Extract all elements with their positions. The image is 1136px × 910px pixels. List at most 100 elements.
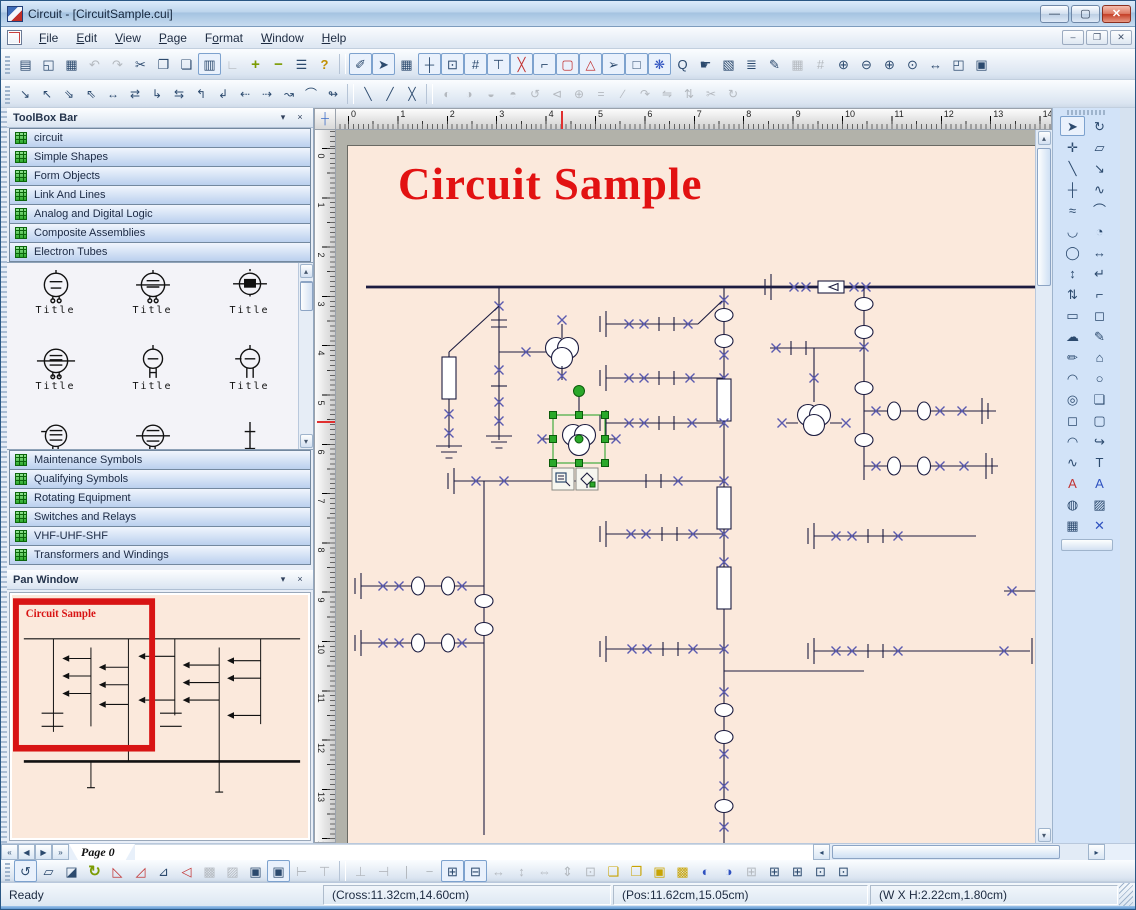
style-pen-button[interactable]: ✎ — [763, 53, 786, 75]
bring-forward-button[interactable]: ▣ — [648, 860, 671, 882]
scrollbar-thumb[interactable] — [1037, 148, 1051, 286]
toolbox-group-link-and-lines[interactable]: Link And Lines — [9, 185, 311, 205]
circle-tool[interactable]: ◎ — [1060, 389, 1085, 409]
curve-node-tool[interactable]: ∿ — [1087, 179, 1112, 199]
shrink-v-button[interactable]: ⊡ — [832, 860, 855, 882]
send-back-button[interactable]: ❐ — [625, 860, 648, 882]
new-document-button[interactable]: ▤ — [14, 53, 37, 75]
rect-tool[interactable]: ◻ — [1060, 410, 1085, 430]
toolbox-group-qualifying-symbols[interactable]: Qualifying Symbols — [9, 469, 311, 489]
double-arrow-tool[interactable]: ⇅ — [1060, 284, 1085, 304]
toolbox-group-analog-and-digital-logic[interactable]: Analog and Digital Logic — [9, 204, 311, 224]
maximize-button[interactable]: ▢ — [1071, 5, 1100, 23]
mdi-close-button[interactable]: ✕ — [1110, 30, 1132, 45]
snap-grid-button[interactable]: # — [464, 53, 487, 75]
scroll-right-icon[interactable]: ▸ — [1088, 844, 1105, 860]
marker-tool[interactable]: ✏ — [1060, 347, 1085, 367]
toolbox-group-circuit[interactable]: circuit — [9, 128, 311, 148]
pattern-tool-button[interactable]: ❋ — [648, 53, 671, 75]
expand-v-button[interactable]: ⊞ — [786, 860, 809, 882]
connector-step-button[interactable]: ↳ — [146, 84, 168, 104]
feeder-branch[interactable] — [355, 481, 493, 835]
scroll-down-icon[interactable]: ▾ — [1038, 828, 1051, 842]
canvas-horizontal-scrollbar[interactable]: ◂ ▸ — [813, 844, 1105, 860]
rotate-right-button[interactable]: ◿ — [129, 860, 152, 882]
bent-arrow-tool[interactable]: ↵ — [1087, 263, 1112, 283]
first-page-button[interactable]: « — [1, 844, 18, 860]
zoom-find-button[interactable]: Q — [671, 53, 694, 75]
curve-arrow-tool[interactable]: ↪ — [1087, 431, 1112, 451]
scrollbar-thumb[interactable] — [832, 845, 1060, 859]
delete-tool[interactable]: ✕ — [1087, 515, 1112, 535]
rotate-tool[interactable]: ↻ — [1087, 116, 1112, 136]
menu-item-edit[interactable]: Edit — [67, 29, 106, 47]
feeder-branch[interactable] — [436, 287, 579, 458]
scroll-up-icon[interactable]: ▴ — [300, 264, 313, 278]
skew-v-button[interactable]: ◪ — [60, 860, 83, 882]
toolbox-group-rotating-equipment[interactable]: Rotating Equipment — [9, 488, 311, 508]
pan-hand-button[interactable]: ☛ — [694, 53, 717, 75]
arc-chord-tool[interactable]: ◡ — [1060, 221, 1085, 241]
zoom-out-button[interactable]: ⊖ — [855, 53, 878, 75]
scrollbar-track[interactable] — [1036, 146, 1052, 827]
horizontal-ruler[interactable]: 01234567891011121314 — [336, 108, 1052, 130]
fit-width-button[interactable]: ↔ — [924, 53, 947, 75]
corner-shape-tool[interactable]: ⌐ — [1087, 284, 1112, 304]
toolbox-group-switches-and-relays[interactable]: Switches and Relays — [9, 507, 311, 527]
toolbar-grip[interactable] — [5, 861, 10, 881]
squiggle-tool[interactable]: ∿ — [1060, 452, 1085, 472]
flip-h-button[interactable]: ⊿ — [152, 860, 175, 882]
polyline-tool[interactable]: ≈ — [1060, 200, 1085, 220]
guide-cross-button[interactable]: ┼ — [418, 53, 441, 75]
save-file-button[interactable]: ▦ — [60, 53, 83, 75]
cross-tool[interactable]: ┼ — [1060, 179, 1085, 199]
cut-button[interactable]: ✂ — [129, 53, 152, 75]
chevron-down-icon[interactable]: ▾ — [276, 573, 290, 586]
page-frame-button[interactable]: □ — [625, 53, 648, 75]
paste-button[interactable]: ❏ — [175, 53, 198, 75]
table-tool[interactable]: ▦ — [1060, 515, 1085, 535]
callout-tool[interactable]: ▭ — [1060, 305, 1085, 325]
next-page-button[interactable]: ▶ — [35, 844, 52, 860]
pointer-mode-button[interactable]: ➤ — [372, 53, 395, 75]
tube-symbol-item[interactable] — [201, 419, 298, 450]
round-callout-tool[interactable]: ◻ — [1087, 305, 1112, 325]
connector-bnw-button[interactable]: ⇖ — [80, 84, 102, 104]
menu-item-page[interactable]: Page — [150, 29, 196, 47]
mdi-restore-button[interactable]: ❐ — [1086, 30, 1108, 45]
scroll-down-icon[interactable]: ▾ — [300, 434, 313, 448]
selection-rect-button[interactable]: ▢ — [556, 53, 579, 75]
chevron-down-icon[interactable]: ▾ — [276, 111, 290, 124]
image-tool[interactable]: ▨ — [1087, 494, 1112, 514]
pencil-tool[interactable]: ✎ — [1087, 326, 1112, 346]
toolbox-group-maintenance-symbols[interactable]: Maintenance Symbols — [9, 450, 311, 470]
unlock-button[interactable]: ▣ — [267, 860, 290, 882]
connector-step2-button[interactable]: ⇆ — [168, 84, 190, 104]
connector-wave-button[interactable]: ↝ — [278, 84, 300, 104]
align-corner-button[interactable]: ⊤ — [487, 53, 510, 75]
connector-h-button[interactable]: ↔ — [102, 84, 124, 104]
double-line-button[interactable]: ╲ — [357, 84, 379, 104]
last-page-button[interactable]: » — [52, 844, 69, 860]
selected-symbol[interactable] — [538, 386, 621, 491]
pick-object-button[interactable]: ➢ — [602, 53, 625, 75]
scrollbar-track[interactable] — [830, 844, 1088, 860]
resize-grip[interactable] — [1119, 883, 1133, 906]
freeform-tool[interactable]: ◠ — [1060, 368, 1085, 388]
text-tool[interactable]: T — [1087, 452, 1112, 472]
pie-tool[interactable]: ◔ — [1087, 221, 1112, 241]
close-button[interactable]: ✕ — [1102, 5, 1131, 23]
drawing-canvas[interactable]: Circuit Sample — [336, 130, 1035, 843]
select-add-tool[interactable]: ✛ — [1060, 137, 1085, 157]
oval-tool[interactable]: ○ — [1087, 368, 1112, 388]
blob-tool[interactable]: ◠ — [1060, 431, 1085, 451]
layers-button[interactable]: ≣ — [740, 53, 763, 75]
tube-symbol-item[interactable] — [7, 419, 104, 450]
connector-swap-button[interactable]: ⇄ — [124, 84, 146, 104]
print-button[interactable]: ☰ — [290, 53, 313, 75]
close-icon[interactable]: × — [293, 573, 307, 586]
fit-page-button[interactable]: ◰ — [947, 53, 970, 75]
toolbox-group-form-objects[interactable]: Form Objects — [9, 166, 311, 186]
page-setup-button[interactable]: ▥ — [198, 53, 221, 75]
connector-left-button[interactable]: ⇠ — [234, 84, 256, 104]
